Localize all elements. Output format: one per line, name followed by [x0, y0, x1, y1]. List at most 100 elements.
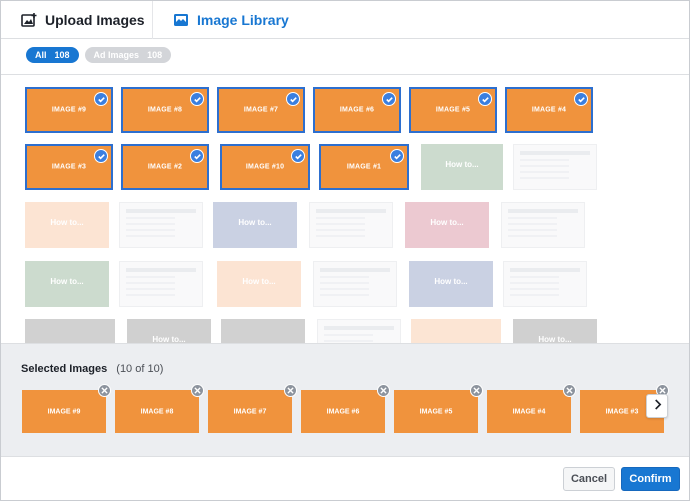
image-tile[interactable]: IMAGE #8	[121, 87, 209, 133]
chip-label: IMAGE #7	[233, 408, 267, 415]
image-tile[interactable]: IMAGE #7	[217, 87, 305, 133]
image-library-icon	[173, 13, 189, 27]
image-tile[interactable]	[119, 202, 203, 248]
chip-label: IMAGE #8	[140, 408, 174, 415]
image-tile[interactable]: How to...	[25, 202, 109, 248]
tray-title: Selected Images (10 of 10)	[21, 363, 163, 375]
image-tile[interactable]: IMAGE #6	[313, 87, 401, 133]
image-tile[interactable]: How to...	[513, 319, 597, 343]
checkmark-icon	[94, 149, 108, 163]
image-label: IMAGE #3	[51, 163, 87, 171]
chevron-right-icon	[653, 397, 662, 415]
image-tile[interactable]: How to...	[421, 144, 503, 190]
image-tile[interactable]: IMAGE #10	[220, 144, 310, 190]
chip-label: IMAGE #6	[326, 408, 360, 415]
image-label: IMAGE #1	[346, 163, 382, 171]
image-tile[interactable]: How to...	[217, 261, 301, 307]
tab-upload-label: Upload Images	[45, 12, 145, 28]
checkmark-icon	[190, 92, 204, 106]
tab-image-library[interactable]: Image Library	[153, 1, 289, 39]
scroll-next-button[interactable]	[646, 394, 668, 418]
filter-bar: All 108 Ad Images 108	[26, 47, 172, 63]
tab-bar: Upload Images Image Library	[1, 1, 689, 39]
checkmark-icon	[390, 149, 404, 163]
filter-ad-images[interactable]: Ad Images 108	[84, 47, 172, 63]
image-tile[interactable]: IMAGE #5	[409, 87, 497, 133]
image-caption: How to...	[445, 160, 479, 169]
checkmark-icon	[286, 92, 300, 106]
selected-chip[interactable]: IMAGE #6	[301, 390, 385, 433]
selected-chip[interactable]: IMAGE #7	[208, 390, 292, 433]
remove-icon[interactable]	[377, 384, 390, 397]
image-label: IMAGE #5	[435, 106, 471, 114]
filter-all-count: 108	[54, 50, 70, 60]
filter-all-label: All	[35, 50, 47, 60]
remove-icon[interactable]	[98, 384, 111, 397]
filter-all[interactable]: All 108	[26, 47, 79, 63]
image-tile[interactable]	[513, 144, 597, 190]
remove-icon[interactable]	[191, 384, 204, 397]
filter-ad-label: Ad Images	[93, 50, 140, 60]
chip-label: IMAGE #5	[419, 408, 453, 415]
image-tile[interactable]	[119, 261, 203, 307]
selected-chip[interactable]: IMAGE #9	[22, 390, 106, 433]
filter-ad-count: 108	[147, 50, 163, 60]
image-tile[interactable]: How to...	[127, 319, 211, 343]
image-tile[interactable]	[25, 319, 115, 343]
checkmark-icon	[478, 92, 492, 106]
image-tile[interactable]: How to...	[25, 261, 109, 307]
selected-chip[interactable]: IMAGE #8	[115, 390, 199, 433]
checkmark-icon	[382, 92, 396, 106]
image-tile[interactable]	[221, 319, 305, 343]
image-label: IMAGE #7	[243, 106, 279, 114]
chip-label: IMAGE #4	[512, 408, 546, 415]
image-tile[interactable]	[313, 261, 397, 307]
image-tile[interactable]: How to...	[409, 261, 493, 307]
image-tile[interactable]: How to...	[213, 202, 297, 248]
checkmark-icon	[574, 92, 588, 106]
selected-images-tray: Selected Images (10 of 10) IMAGE #9 IMAG…	[1, 343, 689, 457]
upload-image-icon	[21, 13, 37, 27]
image-tile[interactable]	[501, 202, 585, 248]
cancel-button[interactable]: Cancel	[563, 467, 615, 491]
image-tile[interactable]	[411, 319, 501, 343]
image-label: IMAGE #6	[339, 106, 375, 114]
remove-icon[interactable]	[470, 384, 483, 397]
image-caption: How to...	[430, 218, 464, 227]
image-caption: How to...	[50, 277, 84, 286]
image-tile[interactable]: IMAGE #2	[121, 144, 209, 190]
confirm-button[interactable]: Confirm	[621, 467, 680, 491]
image-tile[interactable]: IMAGE #3	[25, 144, 113, 190]
image-label: IMAGE #2	[147, 163, 183, 171]
checkmark-icon	[190, 149, 204, 163]
tray-count: (10 of 10)	[116, 363, 164, 375]
image-caption: How to...	[538, 335, 572, 343]
image-caption: How to...	[152, 335, 186, 343]
remove-icon[interactable]	[284, 384, 297, 397]
image-caption: How to...	[242, 277, 276, 286]
image-tile[interactable]	[317, 319, 401, 343]
image-tile[interactable]	[503, 261, 587, 307]
selected-chip[interactable]: IMAGE #5	[394, 390, 478, 433]
image-caption: How to...	[50, 218, 84, 227]
image-tile[interactable]: IMAGE #1	[319, 144, 409, 190]
image-caption: How to...	[434, 277, 468, 286]
image-label: IMAGE #4	[531, 106, 567, 114]
image-tile[interactable]: IMAGE #9	[25, 87, 113, 133]
selected-chip[interactable]: IMAGE #4	[487, 390, 571, 433]
image-grid: IMAGE #9 IMAGE #8 IMAGE #7 IMAGE #6 IMAG…	[1, 75, 689, 343]
image-label: IMAGE #10	[245, 163, 285, 171]
remove-icon[interactable]	[563, 384, 576, 397]
image-caption: How to...	[238, 218, 272, 227]
tray-title-text: Selected Images	[21, 363, 108, 375]
image-tile[interactable]	[309, 202, 393, 248]
image-label: IMAGE #9	[51, 106, 87, 114]
checkmark-icon	[291, 149, 305, 163]
tab-upload-images[interactable]: Upload Images	[1, 1, 153, 39]
image-tile[interactable]: IMAGE #4	[505, 87, 593, 133]
image-tile[interactable]: How to...	[405, 202, 489, 248]
chip-label: IMAGE #9	[47, 408, 81, 415]
image-picker-dialog: Upload Images Image Library All 108 Ad I…	[0, 0, 690, 501]
image-label: IMAGE #8	[147, 106, 183, 114]
tab-library-label: Image Library	[197, 12, 289, 28]
